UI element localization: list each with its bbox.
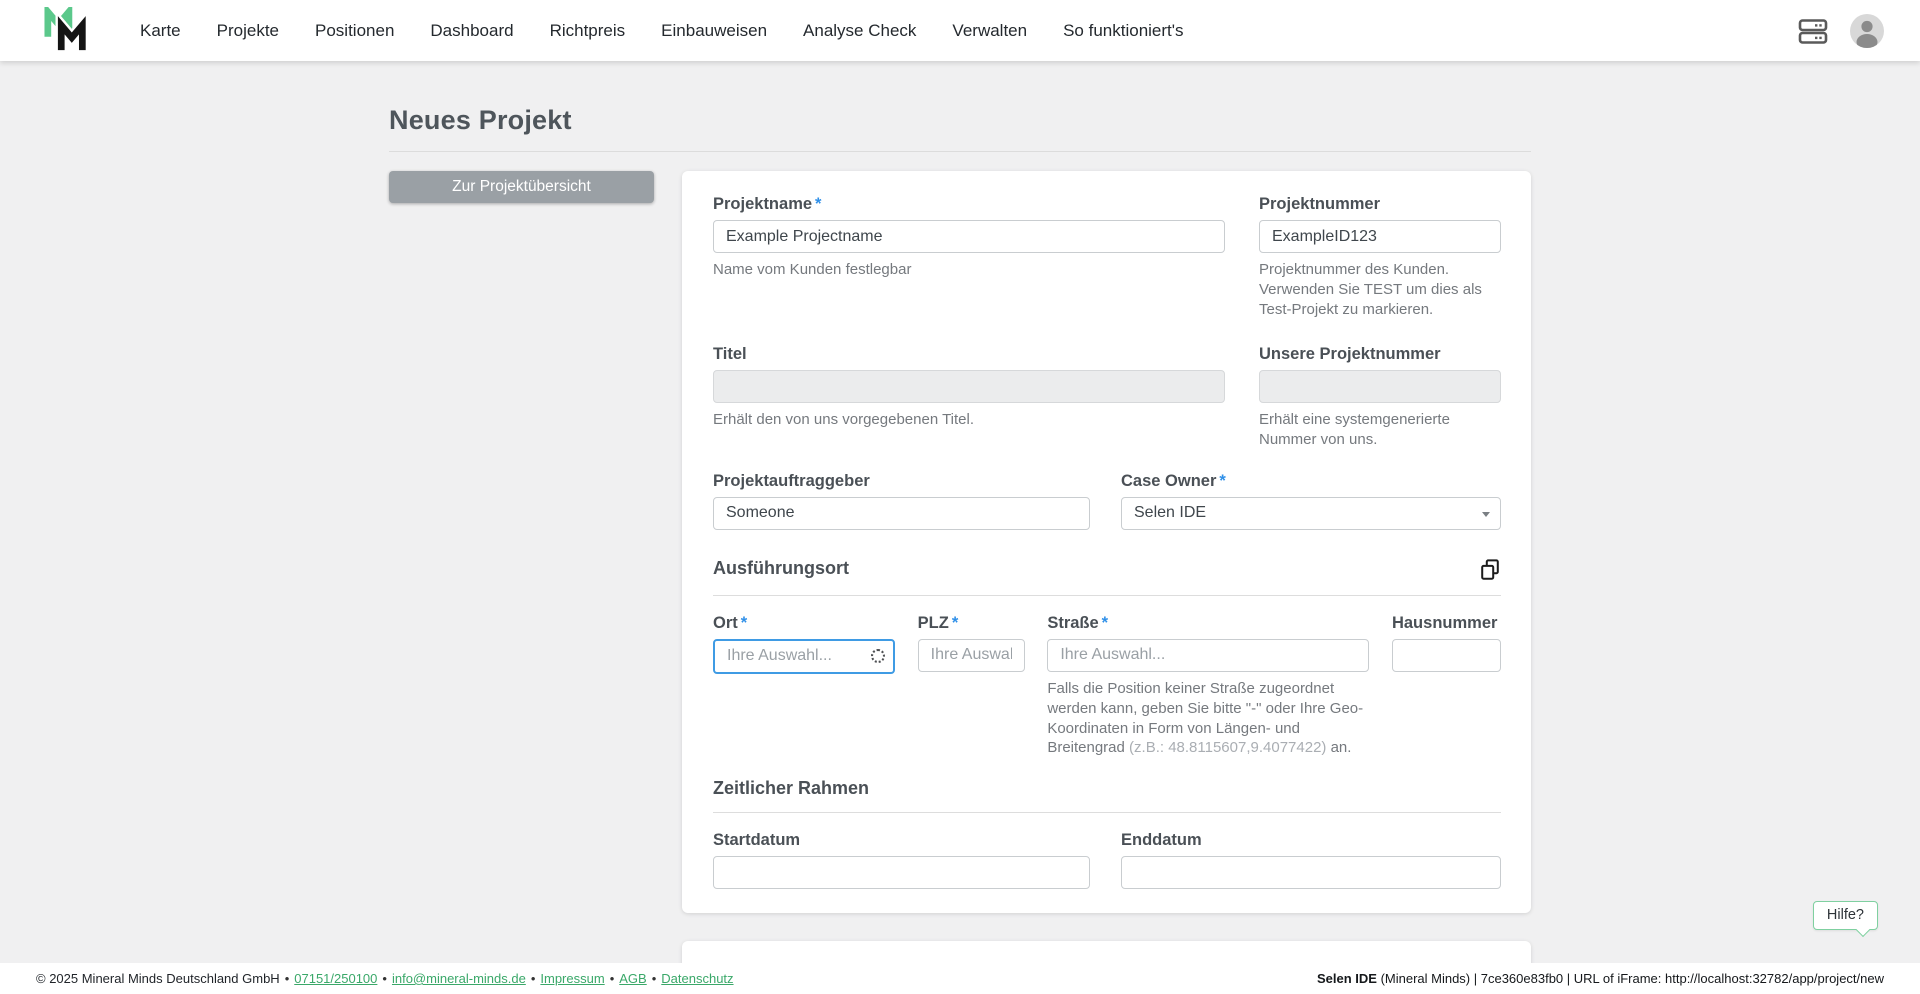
loading-spinner-icon	[871, 648, 885, 663]
hausnummer-input[interactable]	[1391, 638, 1501, 672]
page-title: Neues Projekt	[389, 105, 572, 135]
footer-link-datenschutz[interactable]: Datenschutz	[661, 971, 733, 986]
projektauftraggeber-input[interactable]	[713, 496, 1090, 530]
footer: © 2025 Mineral Minds Deutschland GmbH • …	[0, 963, 1920, 994]
ausfuehrungsort-section-title: Ausführungsort	[713, 557, 849, 578]
nav-item-positionen[interactable]: Positionen	[315, 21, 394, 41]
help-button[interactable]: Hilfe?	[1812, 901, 1878, 930]
titel-input	[713, 370, 1225, 404]
chevron-down-icon	[1482, 511, 1490, 517]
required-asterisk: *	[815, 195, 822, 213]
main-nav: Karte Projekte Positionen Dashboard Rich…	[140, 21, 1184, 41]
footer-link-email[interactable]: info@mineral-minds.de	[392, 971, 526, 986]
ort-input[interactable]	[713, 638, 895, 674]
nav-item-karte[interactable]: Karte	[140, 21, 181, 41]
nav-item-dashboard[interactable]: Dashboard	[430, 21, 513, 41]
required-asterisk: *	[740, 613, 748, 632]
zeitlicher-rahmen-section-title: Zeitlicher Rahmen	[713, 778, 870, 799]
required-asterisk: *	[951, 613, 959, 632]
case-owner-value: Selen IDE	[1134, 504, 1207, 522]
server-icon[interactable]	[1798, 16, 1828, 46]
unsere-projektnummer-input	[1259, 370, 1501, 404]
required-asterisk: *	[1101, 613, 1109, 632]
startdatum-input[interactable]	[713, 856, 1090, 890]
user-avatar-icon[interactable]	[1850, 13, 1884, 48]
projektnummer-label: Projektnummer	[1259, 195, 1381, 213]
copy-icon[interactable]	[1479, 558, 1501, 582]
firmendaten-card: Firmendaten	[682, 941, 1531, 963]
projektauftraggeber-label: Projektauftraggeber	[713, 471, 870, 490]
project-form-card: Projektname* Name vom Kunden festlegbar …	[682, 171, 1531, 914]
plz-label: PLZ *	[917, 613, 959, 632]
nav-item-projekte[interactable]: Projekte	[217, 21, 279, 41]
projektnummer-helper: Projektnummer des Kunden. Verwenden Sie …	[1259, 261, 1482, 318]
footer-link-phone[interactable]: 07151/250100	[294, 971, 377, 986]
enddatum-label: Enddatum	[1121, 831, 1202, 850]
section-divider	[713, 812, 1501, 814]
mineral-minds-logo[interactable]	[44, 6, 90, 55]
projektnummer-input[interactable]	[1259, 220, 1501, 253]
enddatum-input[interactable]	[1121, 856, 1501, 890]
case-owner-label: Case Owner *	[1121, 471, 1226, 490]
projektname-helper: Name vom Kunden festlegbar	[713, 261, 912, 278]
titel-helper: Erhält den von uns vorgegebenen Titel.	[713, 411, 975, 429]
projektname-label: Projektname *	[713, 195, 822, 213]
strasse-input[interactable]	[1047, 638, 1370, 672]
footer-session-info: Selen IDE (Mineral Minds) | 7ce360e83fb0…	[1316, 971, 1884, 986]
footer-copyright: © 2025 Mineral Minds Deutschland GmbH	[36, 971, 280, 986]
startdatum-label: Startdatum	[713, 831, 801, 850]
main-content: Neues Projekt Zur Projektübersicht Proje…	[0, 61, 1920, 963]
nav-item-verwalten[interactable]: Verwalten	[952, 21, 1027, 41]
required-asterisk: *	[1219, 471, 1226, 490]
nav-item-analyse-check[interactable]: Analyse Check	[803, 21, 916, 41]
projektname-input[interactable]	[713, 220, 1225, 253]
top-navbar: Karte Projekte Positionen Dashboard Rich…	[0, 0, 1920, 61]
footer-link-agb[interactable]: AGB	[619, 971, 646, 986]
hausnummer-label: Hausnummer	[1391, 613, 1498, 632]
zur-projektuebersicht-button[interactable]: Zur Projektübersicht	[389, 171, 654, 203]
title-divider	[389, 151, 1531, 152]
strasse-helper: Falls die Position keiner Straße zugeord…	[1047, 679, 1364, 757]
strasse-label: Straße *	[1047, 613, 1109, 632]
nav-item-richtpreis[interactable]: Richtpreis	[550, 21, 626, 41]
unsere-projektnummer-label: Unsere Projektnummer	[1259, 345, 1441, 364]
section-divider	[713, 594, 1501, 596]
footer-link-impressum[interactable]: Impressum	[540, 971, 604, 986]
plz-input[interactable]	[917, 638, 1025, 672]
titel-label: Titel	[713, 345, 747, 364]
case-owner-select[interactable]: Selen IDE	[1121, 496, 1501, 530]
nav-item-einbauweisen[interactable]: Einbauweisen	[661, 21, 767, 41]
nav-item-so-funktionierts[interactable]: So funktioniert's	[1063, 21, 1183, 41]
unsere-projektnummer-helper: Erhält eine systemgenerierte Nummer von …	[1259, 411, 1450, 449]
ort-label: Ort *	[713, 613, 748, 632]
